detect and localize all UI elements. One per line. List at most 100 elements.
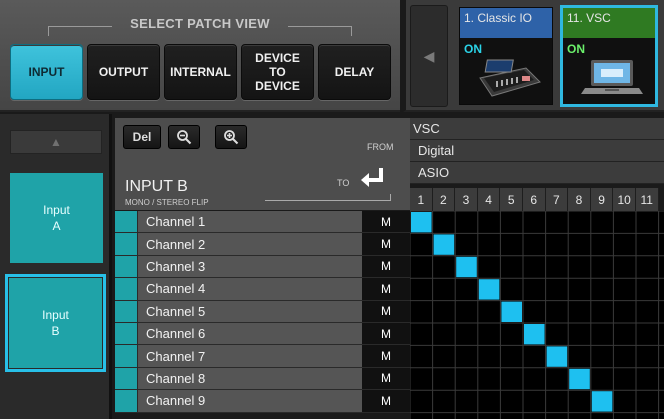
channel-row[interactable]: Channel 8M — [115, 367, 410, 391]
channel-list: Channel 1 M Channel 2 M Channel 3 M Channel 4M… — [115, 211, 410, 413]
channel-mode-toggle[interactable]: M — [362, 322, 410, 345]
column-number: 6 — [522, 188, 546, 211]
device-name: 1. Classic IO — [460, 8, 552, 38]
zoom-out-icon — [177, 130, 192, 145]
channel-color-swatch — [115, 211, 138, 233]
channel-name: Channel 1 — [138, 211, 362, 233]
device-scroll-left-button[interactable]: ◀ — [410, 5, 448, 107]
channel-name: Channel 8 — [138, 367, 362, 390]
channel-row[interactable]: Channel 6M — [115, 322, 410, 346]
channel-name: Channel 2 — [138, 233, 362, 255]
title-bracket-line — [48, 26, 112, 27]
title-bracket-line — [288, 26, 352, 27]
channel-mode-toggle[interactable]: M — [362, 278, 410, 300]
channel-row[interactable]: Channel 4M — [115, 278, 410, 301]
channel-name: Channel 3 — [138, 255, 362, 278]
destination-type-label: Digital — [410, 140, 664, 162]
channel-row[interactable]: Channel 3M — [115, 255, 410, 279]
channel-row[interactable]: Channel 5M — [115, 300, 410, 323]
zoom-in-button[interactable] — [215, 125, 247, 149]
patch-point[interactable] — [433, 234, 455, 255]
source-tile-input-a[interactable]: Input A — [10, 173, 103, 263]
channel-color-swatch — [115, 255, 138, 278]
column-number: 11 — [635, 188, 659, 211]
column-number: 3 — [455, 188, 478, 211]
patch-point[interactable] — [456, 256, 477, 278]
column-number: 2 — [432, 188, 456, 211]
output-view-button[interactable]: OUTPUT — [87, 44, 160, 100]
column-number: 4 — [477, 188, 501, 211]
delay-view-button[interactable]: DELAY — [318, 44, 391, 100]
device-to-device-view-button[interactable]: DEVICE TO DEVICE — [241, 44, 314, 100]
channel-mode-toggle[interactable]: M — [362, 345, 410, 367]
header-divider-line — [265, 200, 391, 201]
column-number: 1 — [410, 188, 433, 211]
channel-name: Channel 7 — [138, 345, 362, 367]
internal-view-button[interactable]: INTERNAL — [164, 44, 237, 100]
column-number: 8 — [568, 188, 591, 211]
from-label: FROM — [367, 142, 394, 152]
device-status: ON — [567, 42, 585, 56]
channel-row[interactable]: Channel 2M — [115, 233, 410, 256]
mono-stereo-flip-label[interactable]: MONO / STEREO FLIP — [125, 198, 209, 207]
patch-point[interactable] — [591, 391, 613, 412]
channel-color-swatch — [115, 278, 138, 300]
header-divider-tick — [390, 194, 391, 201]
to-label: TO — [337, 178, 350, 188]
source-tile-input-b[interactable]: Input B — [5, 274, 106, 372]
patch-point[interactable] — [501, 301, 522, 322]
input-view-button[interactable]: INPUT — [10, 44, 83, 100]
channel-color-swatch — [115, 300, 138, 322]
channel-mode-toggle[interactable]: M — [362, 300, 410, 322]
channel-mode-toggle[interactable]: M — [362, 211, 410, 233]
column-number: 7 — [545, 188, 569, 211]
channel-name: Channel 5 — [138, 300, 362, 322]
select-patch-view-title: SELECT PATCH VIEW — [130, 16, 270, 31]
patch-point[interactable] — [411, 212, 432, 233]
destination-header: VSC Digital ASIO — [410, 118, 664, 184]
return-arrow-icon — [361, 168, 383, 187]
triangle-left-icon: ◀ — [423, 47, 435, 64]
title-bracket-tick — [351, 26, 352, 36]
column-number: 10 — [613, 188, 636, 211]
patch-point[interactable] — [478, 279, 500, 300]
channel-row[interactable]: Channel 7M — [115, 345, 410, 368]
channel-mode-toggle[interactable]: M — [362, 367, 410, 390]
audio-console-icon — [479, 59, 541, 97]
channel-color-swatch — [115, 390, 138, 412]
patch-point[interactable] — [569, 368, 590, 390]
device-status: ON — [464, 42, 482, 56]
laptop-icon — [581, 60, 643, 94]
patch-matrix-grid[interactable] — [410, 211, 664, 419]
channel-color-swatch — [115, 345, 138, 367]
destination-device-label: VSC — [410, 118, 664, 140]
channel-list-header: Del FROM TO INPUT B MONO / STEREO FLIP — [115, 118, 410, 210]
device-card-vsc[interactable]: 11. VSC ON — [560, 5, 658, 107]
channel-row[interactable]: Channel 9M — [115, 390, 410, 413]
device-name: 11. VSC — [563, 8, 655, 38]
channel-color-swatch — [115, 322, 138, 345]
patch-matrix[interactable] — [410, 211, 664, 419]
triangle-up-icon: ▲ — [50, 135, 62, 149]
scroll-up-button[interactable]: ▲ — [10, 130, 102, 154]
channel-mode-toggle[interactable]: M — [362, 255, 410, 278]
channel-color-swatch — [115, 233, 138, 255]
channel-name: Channel 6 — [138, 322, 362, 345]
channel-name: Channel 9 — [138, 390, 362, 412]
zoom-out-button[interactable] — [168, 125, 200, 149]
title-bracket-tick — [48, 26, 49, 36]
selected-source-title: INPUT B — [125, 178, 188, 195]
delete-button[interactable]: Del — [123, 125, 161, 149]
channel-row[interactable]: Channel 1M — [115, 211, 410, 234]
channel-mode-toggle[interactable]: M — [362, 390, 410, 412]
zoom-in-icon — [224, 130, 239, 145]
column-number: 5 — [500, 188, 523, 211]
channel-mode-toggle[interactable]: M — [362, 233, 410, 255]
device-card-classic-io[interactable]: 1. Classic IO ON — [459, 7, 553, 105]
patch-point[interactable] — [524, 324, 545, 345]
patch-point[interactable] — [546, 346, 568, 367]
destination-port-label: ASIO — [410, 162, 664, 184]
channel-color-swatch — [115, 367, 138, 390]
column-number: 9 — [590, 188, 614, 211]
destination-column-numbers: 1 2 3 4 5 6 7 8 9 10 11 — [410, 188, 659, 211]
